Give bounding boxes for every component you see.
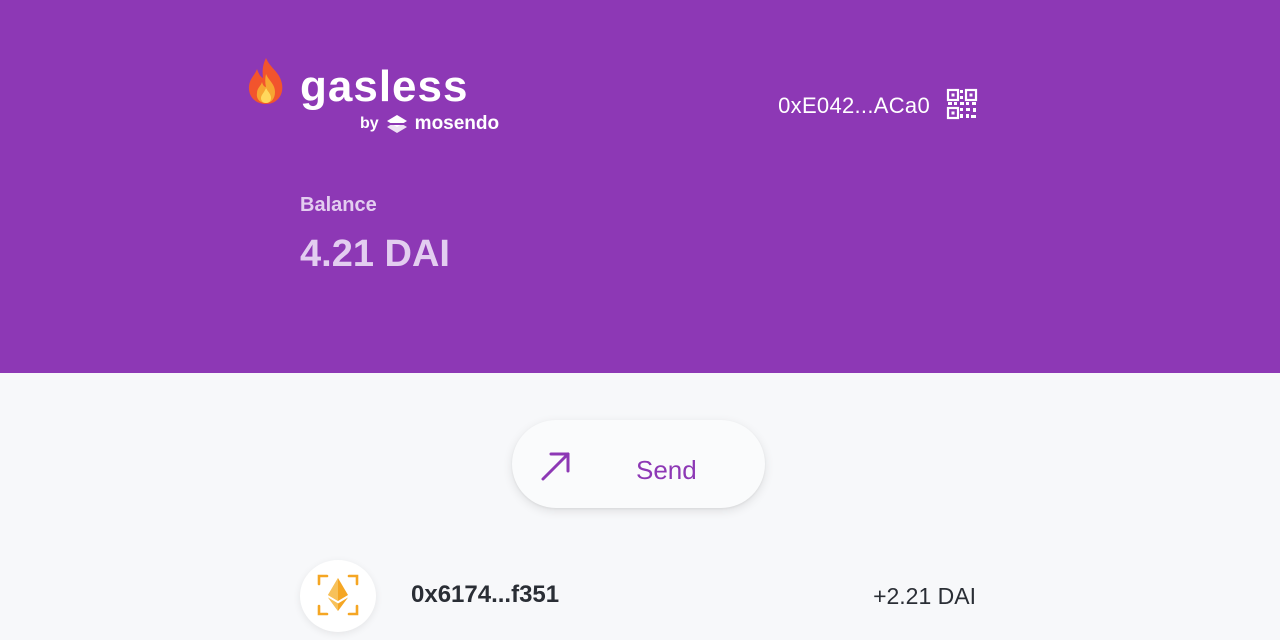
mosendo-logo-icon (386, 115, 407, 133)
wallet-address[interactable]: 0xE042...ACa0 (778, 92, 930, 120)
balance-label: Balance (300, 194, 377, 216)
byline: by mosendo (360, 113, 499, 135)
balance-value: 4.21 DAI (300, 233, 450, 275)
arrow-up-right-icon (541, 452, 570, 481)
send-label: Send (636, 455, 697, 485)
ethereum-icon (317, 574, 359, 616)
app-logo: gasless by mosendo (244, 56, 514, 146)
transaction-amount: +2.21 DAI (873, 583, 976, 609)
header: gasless by mosendo 0xE042...ACa0 Balance… (0, 0, 1280, 373)
by-label: by (360, 115, 379, 132)
qr-code-icon[interactable] (946, 88, 978, 120)
send-button[interactable]: Send (512, 420, 765, 508)
flame-icon (248, 58, 283, 104)
partner-name: mosendo (414, 113, 500, 134)
transaction-row[interactable]: 0x6174...f351 +2.21 DAI (300, 560, 980, 632)
transaction-avatar (300, 560, 376, 632)
transaction-address: 0x6174...f351 (411, 581, 560, 608)
brand-name: gasless (300, 62, 469, 111)
